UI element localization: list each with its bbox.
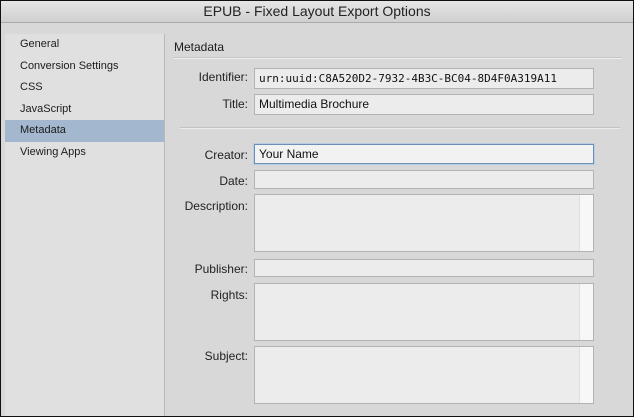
sidebar-item-javascript[interactable]: JavaScript bbox=[5, 99, 164, 121]
sidebar: General Conversion Settings CSS JavaScri… bbox=[5, 34, 165, 416]
export-options-dialog: EPUB - Fixed Layout Export Options Gener… bbox=[0, 0, 634, 417]
publisher-label: Publisher: bbox=[194, 262, 248, 276]
sidebar-item-general[interactable]: General bbox=[5, 34, 164, 56]
date-field[interactable] bbox=[254, 170, 594, 189]
subject-textarea[interactable] bbox=[254, 346, 594, 404]
rights-scrollbar[interactable] bbox=[579, 284, 593, 340]
title-field[interactable]: Multimedia Brochure bbox=[254, 94, 594, 115]
sidebar-item-metadata[interactable]: Metadata bbox=[5, 120, 164, 142]
identifier-label: Identifier: bbox=[198, 70, 248, 84]
divider bbox=[180, 127, 620, 129]
rights-label: Rights: bbox=[210, 288, 248, 302]
sidebar-item-css[interactable]: CSS bbox=[5, 77, 164, 99]
title-label: Title: bbox=[222, 97, 248, 111]
creator-label: Creator: bbox=[204, 148, 248, 162]
description-textarea[interactable] bbox=[254, 194, 594, 252]
window-title: EPUB - Fixed Layout Export Options bbox=[1, 1, 633, 23]
subject-label: Subject: bbox=[204, 349, 248, 363]
rights-textarea[interactable] bbox=[254, 283, 594, 341]
section-rule bbox=[174, 57, 622, 59]
description-label: Description: bbox=[184, 199, 248, 213]
section-title: Metadata bbox=[174, 40, 225, 54]
identifier-field[interactable]: urn:uuid:C8A520D2-7932-4B3C-BC04-8D4F0A3… bbox=[254, 68, 594, 89]
sidebar-item-viewing-apps[interactable]: Viewing Apps bbox=[5, 142, 164, 164]
metadata-panel: Metadata Identifier: urn:uuid:C8A520D2-7… bbox=[166, 34, 633, 416]
date-label: Date: bbox=[219, 174, 248, 188]
subject-scrollbar[interactable] bbox=[579, 347, 593, 403]
publisher-field[interactable] bbox=[254, 259, 594, 277]
sidebar-item-conversion-settings[interactable]: Conversion Settings bbox=[5, 56, 164, 78]
description-scrollbar[interactable] bbox=[579, 195, 593, 251]
creator-field[interactable]: Your Name bbox=[254, 144, 594, 164]
